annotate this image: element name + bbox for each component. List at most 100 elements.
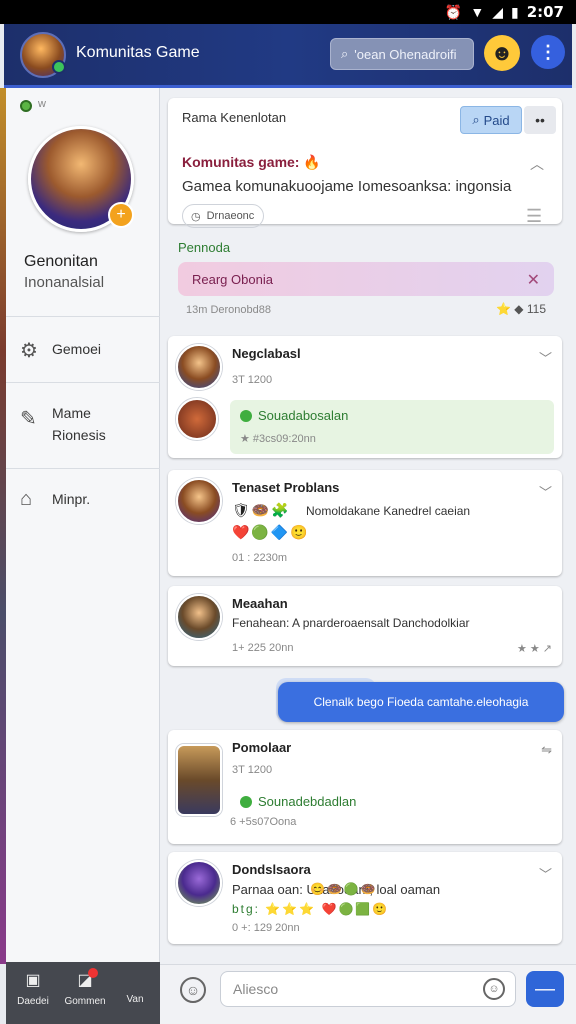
sidebar: w + Genonitan Inonanalsial ⚙ Gemoei ✎ Ma… <box>6 88 160 964</box>
chevron-down-icon[interactable]: ﹀ <box>539 482 552 501</box>
filter-chip[interactable]: ◷ Drnaeonc <box>182 204 264 228</box>
pencil-icon: ✎ <box>20 408 37 430</box>
post-text: Fenahean: A pnarderoaensalt Danchodolkia… <box>232 616 470 630</box>
post-button[interactable]: ⌕ Paid <box>460 106 522 134</box>
check-icon <box>240 795 252 808</box>
bottom-nav-item[interactable]: Van <box>110 970 160 1005</box>
post-card[interactable]: Negclabasl 3T 1200 ﹀ Souadabosalan ★ #3c… <box>168 336 562 458</box>
post-author: Dondslsaora <box>232 862 311 877</box>
section-title: Pennoda <box>178 240 231 255</box>
avatar[interactable] <box>176 478 222 524</box>
avatar[interactable] <box>176 398 218 440</box>
composer: ☺ Aliesco ☺ — <box>160 964 576 1024</box>
post-time: 3T 1200 <box>232 374 273 386</box>
avatar[interactable] <box>176 860 222 906</box>
feed: Rama Kenenlotan ⌕ Paid •• Komunitas game… <box>160 88 576 964</box>
post-card[interactable]: Dondslsaora ﹀ Parnaa oan: Ukanodam, loal… <box>168 852 562 944</box>
reply-title: Sounadebdadlan <box>240 794 356 809</box>
sidebar-item-label: Minpr. <box>52 491 91 507</box>
post-author: Tenaset Problans <box>232 480 340 495</box>
notification-badge <box>88 968 98 978</box>
avatar[interactable] <box>176 594 222 640</box>
emoji-button[interactable]: ☻ <box>484 35 520 71</box>
chevron-up-icon[interactable]: ︿ <box>530 154 544 174</box>
message-input[interactable]: Aliesco ☺ <box>220 971 516 1007</box>
pinned-count: ⭐ ◆ 115 <box>496 302 546 316</box>
shield-icon: ◆ <box>514 302 524 316</box>
community-title: Rama Kenenlotan <box>182 110 287 125</box>
chevron-down-icon[interactable]: ﹀ <box>539 348 552 367</box>
more-vert-icon: ⋮ <box>539 41 557 62</box>
post-time: 01 : 2230m <box>232 552 288 564</box>
gamepad-icon: ⚙ <box>20 340 38 362</box>
post-time: 3T 1200 <box>232 764 273 776</box>
reply-meta: 6 +5s07Oona <box>230 816 297 828</box>
menu-icon[interactable]: ☰ <box>526 206 542 227</box>
post-text: Nomoldakane Kanedrel caeian <box>306 504 471 518</box>
clock-icon: ◷ <box>191 210 201 223</box>
post-card[interactable]: Pomolaar 3T 1200 ⇋ Sounadebdadlan 6 +5s0… <box>168 730 562 844</box>
community-header-card: Rama Kenenlotan ⌕ Paid •• Komunitas game… <box>168 98 562 228</box>
profile-name: Genonitan <box>24 253 98 270</box>
pinned-meta-text: 13m Deronobd88 <box>186 304 272 316</box>
search-input[interactable]: ⌕ 'oean Ohenadroifi <box>330 38 474 70</box>
post-tag: btg: <box>232 902 261 916</box>
close-icon[interactable]: ✕ <box>527 270 540 290</box>
chevron-down-icon[interactable]: ﹀ <box>539 864 552 883</box>
bottom-nav-item[interactable]: ▣ Daedei <box>8 970 58 1007</box>
avatar[interactable] <box>176 744 222 816</box>
pinned-meta: 13m Deronobd88 ⭐ ◆ 115 <box>186 302 554 316</box>
bottom-nav-label: Gommen <box>64 996 106 1007</box>
filter-chip-label: Drnaeonc <box>206 210 255 222</box>
post-author: Pomolaar <box>232 740 292 755</box>
sidebar-item-games[interactable]: ⚙ Gemoei <box>6 316 160 382</box>
battery-icon: ▮ <box>510 3 519 20</box>
sidebar-item-names[interactable]: ✎ Mame Rionesis <box>6 382 160 468</box>
pinned-banner[interactable]: Rearg Obonia ✕ <box>178 262 554 296</box>
status-text: w <box>38 98 46 110</box>
online-dot <box>52 60 66 74</box>
chat-bubble[interactable]: Clenalk bego Fioeda camtahe.eleohagia <box>278 682 564 722</box>
check-icon <box>240 409 252 422</box>
post-author: Meaahan <box>232 596 288 611</box>
search-placeholder: 'oean Ohenadroifi <box>354 46 457 62</box>
post-time: 0 +: 129 20nn <box>232 922 300 934</box>
options-button[interactable]: •• <box>524 106 556 134</box>
post-author: Negclabasl <box>232 346 301 361</box>
pinned-text: Rearg Obonia <box>192 271 273 287</box>
search-icon: ⌕ <box>341 46 349 61</box>
fire-icon: 🔥 <box>303 154 321 170</box>
online-status-icon <box>20 100 32 112</box>
sidebar-item-minor[interactable]: ⌂ Minpr. <box>6 468 160 534</box>
more-icon <box>110 970 160 988</box>
reply-text: Sounadebdadlan <box>258 794 357 809</box>
emoji-picker-icon[interactable]: ☺ <box>180 977 206 1003</box>
emoji-row: ❤️🟢🔷🙂 <box>232 524 310 540</box>
send-button[interactable]: — <box>526 971 564 1007</box>
search-icon: ⌕ <box>472 112 480 127</box>
bottom-nav-item[interactable]: ◪ Gommen <box>60 968 110 1007</box>
emoji-icon[interactable]: ☺ <box>483 978 505 1000</box>
reaction-icons: 🛡🍩🧩 <box>232 502 291 518</box>
more-button[interactable]: ⋮ <box>531 35 565 69</box>
community-logo[interactable] <box>20 32 66 78</box>
add-badge-icon[interactable]: + <box>108 202 134 228</box>
send-icon: — <box>535 977 555 1000</box>
reply-title: Souadabosalan <box>240 408 348 423</box>
alarm-icon: ⏰ <box>444 3 463 20</box>
community-description: Gamea komunakuoojame Iomesoanksa: ingons… <box>182 178 512 195</box>
message-placeholder: Aliesco <box>233 981 279 997</box>
post-card[interactable]: Tenaset Problans ﹀ 🛡🍩🧩 Nomoldakane Kaned… <box>168 470 562 576</box>
reply-box[interactable]: Souadabosalan ★ #3cs09:20nn <box>230 400 554 454</box>
folder-icon: ⌂ <box>20 488 33 510</box>
smile-icon: ☻ <box>490 40 514 65</box>
post-card[interactable]: Meaahan Fenahean: A pnarderoaensalt Danc… <box>168 586 562 666</box>
post-time: 1+ 225 20nn <box>232 642 294 654</box>
reply-box[interactable]: Sounadebdadlan 6 +5s07Oona <box>230 786 554 840</box>
sidebar-item-label: Mame Rionesis <box>52 405 106 443</box>
profile-role: Inonanalsial <box>24 274 105 291</box>
share-icon[interactable]: ⇋ <box>541 742 552 758</box>
app-title: Komunitas Game <box>76 44 200 61</box>
avatar[interactable] <box>176 344 222 390</box>
star-rating-icon[interactable]: ★ ★ ↗ <box>517 642 552 655</box>
